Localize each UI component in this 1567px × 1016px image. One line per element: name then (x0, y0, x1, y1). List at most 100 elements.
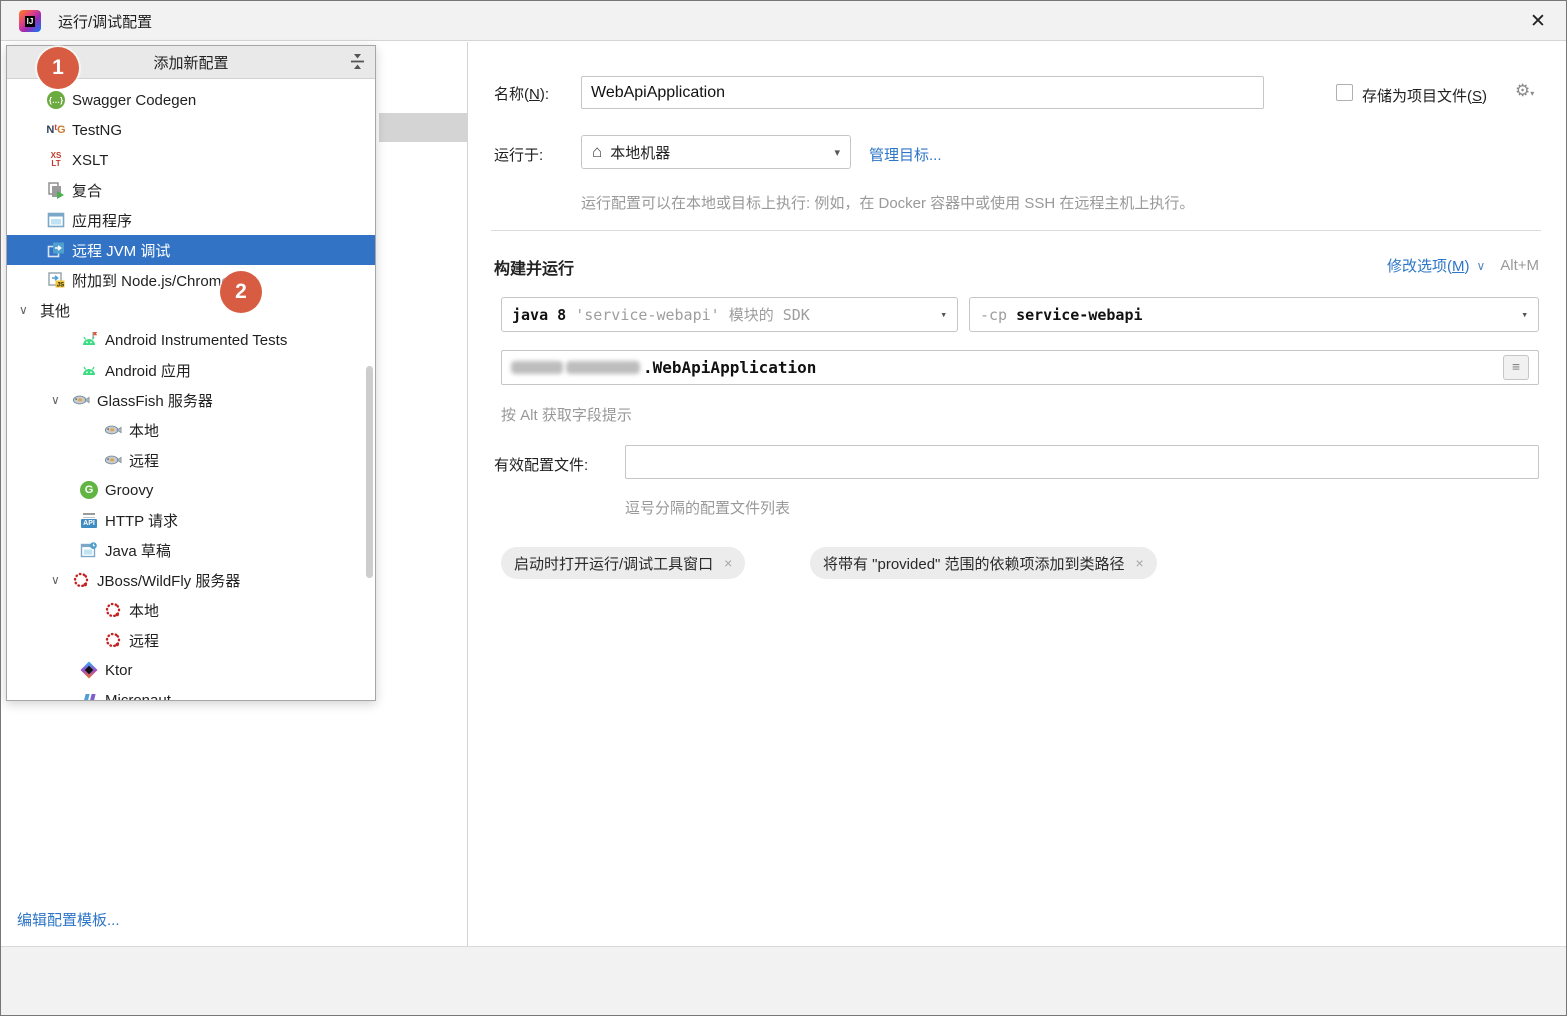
active-profiles-input[interactable] (625, 445, 1539, 479)
config-type-java-scratch[interactable]: Java 草稿 (7, 535, 375, 565)
remote-jvm-debug-icon (47, 241, 65, 259)
config-type-android-instrumented-tests[interactable]: Android Instrumented Tests (7, 325, 375, 355)
http-request-icon: API (80, 511, 98, 529)
option-tag-open-run-debug-window: 启动时打开运行/调试工具窗口 × (501, 547, 745, 579)
manage-targets-link[interactable]: 管理目标... (869, 144, 942, 165)
name-input[interactable] (581, 76, 1264, 109)
chevron-down-icon: ▾ (940, 308, 947, 321)
config-type-remote-jvm-debug[interactable]: 远程 JVM 调试 (7, 235, 375, 265)
home-icon: ⌂ (592, 142, 602, 162)
config-type-testng[interactable]: NtG TestNG (7, 115, 375, 145)
config-type-groovy[interactable]: G Groovy (7, 475, 375, 505)
name-label: 名称(N): (494, 83, 549, 104)
background-tree-selected-row (379, 113, 467, 142)
chevron-down-icon[interactable]: ∨ (51, 393, 63, 407)
popup-title: 添加新配置 (153, 52, 228, 73)
config-type-swagger-codegen[interactable]: {…} Swagger Codegen (7, 85, 375, 115)
gear-icon[interactable]: ⚙▾ (1515, 81, 1534, 101)
dialog-footer: ? 确定 取消 应用(A) (1, 946, 1567, 1016)
redacted-package-segment (566, 361, 640, 374)
config-type-label: Android Instrumented Tests (105, 332, 287, 349)
store-as-project-file-label: 存储为项目文件(S) (1362, 85, 1487, 106)
config-group-other[interactable]: ∨ 其他 (7, 295, 375, 325)
glassfish-icon (104, 451, 122, 469)
sdk-description: 'service-webapi' 模块的 SDK (575, 304, 810, 325)
chevron-down-icon[interactable]: ∨ (19, 303, 31, 317)
config-type-label: Java 草稿 (105, 540, 171, 561)
jre-sdk-select[interactable]: java 8 'service-webapi' 模块的 SDK ▾ (501, 297, 958, 332)
config-group-label: JBoss/WildFly 服务器 (97, 570, 240, 591)
run-target-select[interactable]: ⌂ 本地机器 ▾ (581, 135, 851, 169)
run-on-label: 运行于: (494, 144, 543, 165)
config-type-label: 远程 (129, 630, 159, 651)
config-type-label: 应用程序 (72, 210, 132, 231)
android-app-icon (80, 361, 98, 379)
config-type-android-app[interactable]: Android 应用 (7, 355, 375, 385)
jboss-wildfly-icon (104, 601, 122, 619)
add-new-configuration-popup: 添加新配置 {…} Swagger Codegen NtG TestNG XSL… (6, 45, 376, 701)
config-type-label: Swagger Codegen (72, 92, 196, 109)
config-type-label: XSLT (72, 152, 108, 169)
attach-nodejs-chrome-icon: JS (47, 271, 65, 289)
collapse-all-icon[interactable] (350, 54, 365, 73)
jboss-wildfly-icon (104, 631, 122, 649)
build-and-run-heading: 构建并运行 (494, 255, 574, 279)
browse-main-class-icon[interactable]: ≡ (1503, 355, 1529, 380)
svg-text:JS: JS (57, 282, 64, 288)
classpath-module-select[interactable]: -cp service-webapi ▾ (969, 297, 1539, 332)
config-type-jboss-local[interactable]: 本地 (7, 595, 375, 625)
popup-scrollbar[interactable] (366, 366, 373, 578)
chevron-down-icon: ∨ (1476, 259, 1485, 273)
modify-options-shortcut: Alt+M (1500, 257, 1539, 274)
xslt-icon: XSLT (47, 151, 65, 169)
close-icon[interactable]: ✕ (1521, 7, 1555, 35)
config-type-application[interactable]: 应用程序 (7, 205, 375, 235)
config-type-jboss-remote[interactable]: 远程 (7, 625, 375, 655)
config-type-label: 复合 (72, 180, 102, 201)
dialog-title: 运行/调试配置 (58, 11, 152, 32)
edit-configuration-templates-link[interactable]: 编辑配置模板... (17, 909, 120, 930)
remove-tag-icon[interactable]: × (1136, 555, 1144, 571)
annotation-step-2-badge: 2 (220, 271, 262, 313)
section-divider (491, 230, 1541, 231)
sdk-value: java 8 (512, 306, 566, 324)
ktor-icon (80, 661, 98, 679)
config-type-compound[interactable]: 复合 (7, 175, 375, 205)
config-group-glassfish-server[interactable]: ∨ GlassFish 服务器 (7, 385, 375, 415)
android-instrumented-tests-icon (80, 331, 98, 349)
groovy-icon: G (80, 481, 98, 499)
config-group-jboss-wildfly-server[interactable]: ∨ JBoss/WildFly 服务器 (7, 565, 375, 595)
micronaut-icon (80, 691, 98, 701)
application-icon (47, 211, 65, 229)
intellij-logo-icon: IJ (19, 10, 41, 32)
compound-icon (47, 181, 65, 199)
main-class-suffix: .WebApiApplication (643, 358, 816, 377)
config-type-micronaut[interactable]: Micronaut (7, 685, 375, 701)
config-type-glassfish-remote[interactable]: 远程 (7, 445, 375, 475)
config-type-label: 远程 (129, 450, 159, 471)
config-type-glassfish-local[interactable]: 本地 (7, 415, 375, 445)
modify-options-link[interactable]: 修改选项(M) (1387, 255, 1470, 276)
config-type-attach-nodejs-chrome[interactable]: JS 附加到 Node.js/Chrome (7, 265, 375, 295)
config-type-ktor[interactable]: Ktor (7, 655, 375, 685)
tag-label: 将带有 "provided" 范围的依赖项添加到类路径 (823, 553, 1125, 574)
glassfish-icon (104, 421, 122, 439)
config-type-label: 本地 (129, 600, 159, 621)
alt-field-hint: 按 Alt 获取字段提示 (501, 404, 632, 425)
config-group-label: 其他 (40, 300, 70, 321)
active-profiles-label: 有效配置文件: (494, 454, 588, 475)
tag-label: 启动时打开运行/调试工具窗口 (514, 553, 713, 574)
config-type-http-request[interactable]: API HTTP 请求 (7, 505, 375, 535)
main-class-input[interactable]: .WebApiApplication ≡ (501, 350, 1539, 385)
store-as-project-file-checkbox[interactable] (1336, 84, 1353, 101)
config-type-xslt[interactable]: XSLT XSLT (7, 145, 375, 175)
config-type-label: Android 应用 (105, 360, 191, 381)
config-type-label: Groovy (105, 482, 153, 499)
redacted-package-segment (511, 361, 563, 374)
chevron-down-icon: ▾ (834, 146, 840, 159)
remove-tag-icon[interactable]: × (724, 555, 732, 571)
config-group-label: GlassFish 服务器 (97, 390, 213, 411)
swagger-codegen-icon: {…} (47, 91, 65, 109)
chevron-down-icon[interactable]: ∨ (51, 573, 63, 587)
testng-icon: NtG (47, 121, 65, 139)
